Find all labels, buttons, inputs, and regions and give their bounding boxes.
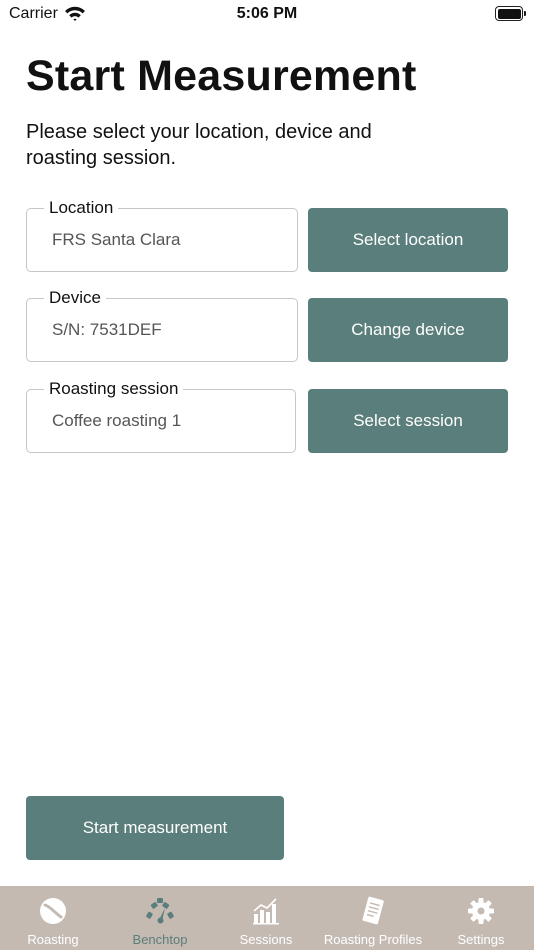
tab-roasting-profiles-label: Roasting Profiles	[323, 932, 423, 947]
device-value: S/N: 7531DEF	[52, 320, 162, 339]
battery-icon	[495, 6, 526, 21]
tab-benchtop[interactable]: Benchtop	[106, 886, 214, 950]
tab-roasting-profiles[interactable]: Roasting Profiles	[318, 886, 428, 950]
bar-chart-icon	[253, 898, 279, 925]
change-device-button[interactable]: Change device	[308, 298, 508, 362]
device-label: Device	[44, 288, 106, 308]
tab-sessions[interactable]: Sessions	[214, 886, 318, 950]
tab-benchtop-label: Benchtop	[132, 932, 188, 947]
page-title: Start Measurement	[26, 52, 417, 100]
session-field[interactable]: Roasting session Coffee roasting 1	[26, 379, 296, 453]
session-value: Coffee roasting 1	[52, 411, 182, 430]
session-label: Roasting session	[44, 379, 184, 399]
start-measurement-button[interactable]: Start measurement	[26, 796, 284, 860]
coffee-bean-icon	[40, 898, 66, 924]
status-bar: Carrier 5:06 PM	[0, 0, 534, 28]
page-subtitle: Please select your location, device and …	[26, 121, 372, 169]
gauge-icon	[146, 898, 174, 924]
gear-icon	[468, 898, 494, 924]
tab-settings[interactable]: Settings	[428, 886, 534, 950]
select-location-button[interactable]: Select location	[308, 208, 508, 272]
status-time: 5:06 PM	[236, 5, 298, 22]
tab-sessions-label: Sessions	[239, 932, 293, 947]
select-session-button[interactable]: Select session	[308, 389, 508, 453]
tab-settings-label: Settings	[457, 932, 505, 947]
tab-roasting-label: Roasting	[27, 932, 79, 947]
document-icon	[362, 896, 384, 925]
device-field[interactable]: Device S/N: 7531DEF	[26, 288, 298, 362]
location-field[interactable]: Location FRS Santa Clara	[26, 198, 298, 272]
tab-bar: Roasting Benchtop Sessions Roasting Prof…	[0, 886, 534, 950]
location-value: FRS Santa Clara	[52, 230, 181, 249]
location-label: Location	[44, 198, 119, 218]
tab-roasting[interactable]: Roasting	[0, 886, 106, 950]
